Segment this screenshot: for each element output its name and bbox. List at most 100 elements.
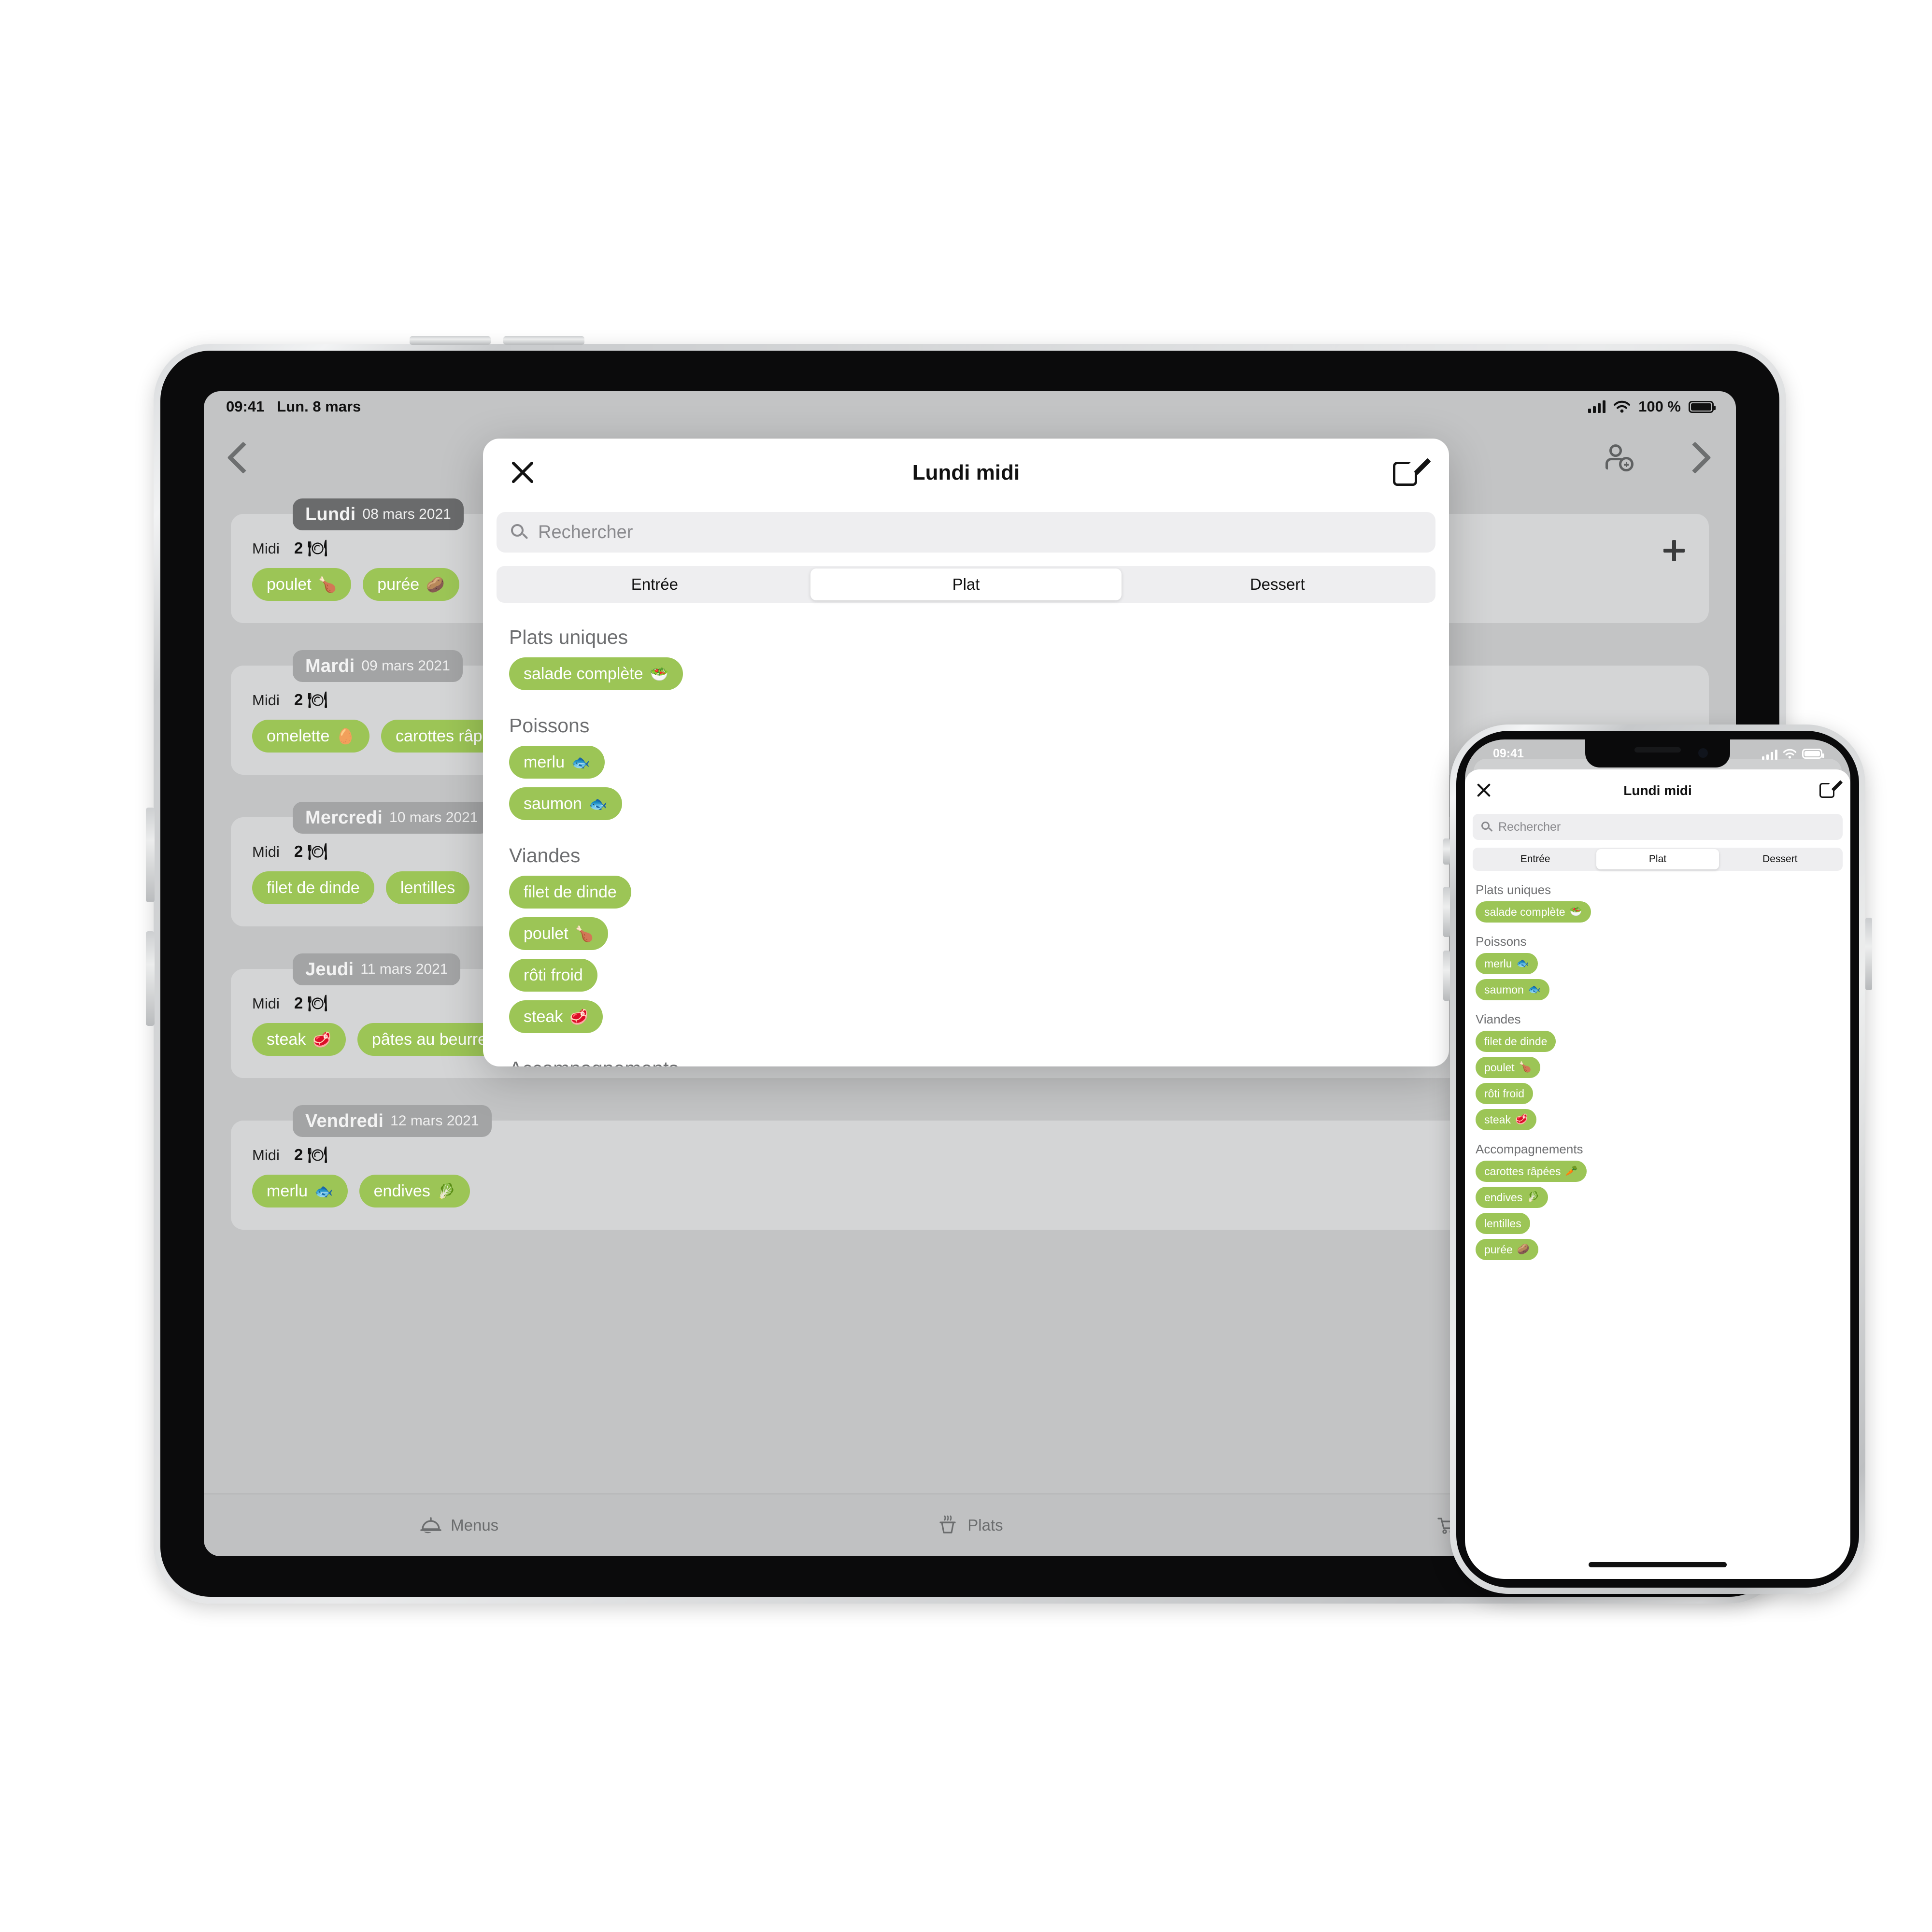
dish-emoji: 🥩 [1515, 1114, 1528, 1125]
dish-chip[interactable]: poulet 🍗 [509, 917, 609, 950]
ipad-volume-up-button[interactable] [410, 336, 491, 345]
iphone-dish-picker-modal: Lundi midi Rechercher Entrée Plat Desser… [1465, 769, 1850, 1579]
section-title: Accompagnements [1476, 1142, 1583, 1156]
day-name: Mardi [305, 655, 355, 676]
dish-chip[interactable]: filet de dinde [252, 871, 374, 904]
dish-chip[interactable]: carottes râpées 🥕 [1476, 1161, 1587, 1182]
edit-pencil-icon[interactable] [1393, 455, 1431, 489]
meal-label: Midi [252, 994, 280, 1012]
dish-chip[interactable]: salade complète 🥗 [509, 657, 683, 690]
dish-chip[interactable]: merlu 🐟 [509, 746, 605, 779]
dish-chip[interactable]: pâtes au beurre [357, 1023, 502, 1056]
wifi-icon [1614, 400, 1631, 413]
screenshot-stage: 09:41 Lun. 8 mars 100 % Midi 2 🍽 poulet … [0, 0, 1932, 1932]
section-title: Poissons [509, 714, 590, 737]
tab-plats[interactable]: Plats [714, 1514, 1225, 1536]
cutlery-icon: 🍽 [307, 539, 328, 557]
day-pill-lundi: Lundi 08 mars 2021 [293, 498, 464, 530]
dish-chip[interactable]: saumon 🐟 [1476, 979, 1549, 1000]
add-meal-button[interactable] [1661, 537, 1688, 564]
section-items: merlu 🐟 saumon 🐟 [509, 746, 1423, 829]
meal-label: Midi [252, 1146, 280, 1164]
cellular-signal-icon [1762, 747, 1777, 760]
chip-row: filet de dinde lentilles [252, 871, 470, 904]
dish-chip[interactable]: saumon 🐟 [509, 787, 622, 820]
search-icon [511, 524, 527, 540]
cutlery-icon: 🍽 [307, 842, 328, 860]
dish-emoji: 🥗 [650, 665, 669, 682]
dish-chip[interactable]: steak 🥩 [252, 1023, 346, 1056]
dish-chip[interactable]: lentilles [1476, 1213, 1530, 1234]
meal-label: Midi [252, 843, 280, 860]
search-input[interactable]: Rechercher [497, 512, 1435, 553]
iphone-power-button[interactable] [1865, 918, 1872, 990]
dish-chip[interactable]: purée 🥔 [1476, 1239, 1538, 1260]
meal-label: Midi [252, 691, 280, 709]
cutlery-icon: 🍽 [307, 1146, 328, 1164]
ipad-volume-down-button[interactable] [503, 336, 584, 345]
section-items: merlu 🐟 saumon 🐟 [1476, 953, 1840, 1005]
dish-chip[interactable]: poulet 🍗 [252, 568, 352, 601]
dish-emoji: 🥔 [426, 576, 445, 593]
dish-chip[interactable]: merlu 🐟 [252, 1175, 348, 1208]
dish-chip[interactable]: rôti froid [1476, 1083, 1534, 1104]
dish-chip[interactable]: omelette 🥚 [252, 720, 370, 753]
plus-badge [1619, 457, 1634, 471]
ipad-side-button-1[interactable] [146, 808, 155, 902]
course-segmented-control: Entrée Plat Dessert [1473, 848, 1843, 871]
cellular-signal-icon [1588, 400, 1606, 413]
dish-chip[interactable]: salade complète 🥗 [1476, 901, 1591, 923]
search-input[interactable]: Rechercher [1473, 814, 1843, 840]
day-date: 12 mars 2021 [390, 1113, 479, 1129]
day-pill-mardi: Mardi 09 mars 2021 [293, 650, 463, 682]
status-time: 09:41 [1493, 746, 1524, 760]
dish-chip[interactable]: poulet 🍗 [1476, 1057, 1540, 1078]
dish-emoji: 🐟 [588, 795, 608, 812]
tab-menus[interactable]: Menus [204, 1514, 714, 1536]
section-title: Accompagnements [509, 1057, 1423, 1066]
dish-chip[interactable]: endives 🥬 [359, 1175, 470, 1208]
search-placeholder: Rechercher [538, 522, 633, 542]
meal-count: 2 🍽 [294, 842, 328, 860]
dish-chip[interactable]: filet de dinde [509, 876, 631, 909]
meal-count: 2 🍽 [294, 691, 328, 709]
dish-chip[interactable]: merlu 🐟 [1476, 953, 1538, 974]
status-left: 09:41 Lun. 8 mars [226, 398, 361, 415]
dish-emoji: 🐟 [1528, 984, 1541, 995]
status-right: 100 % [1588, 398, 1716, 415]
meal-row: Midi 2 🍽 [252, 1146, 327, 1165]
tab-plat[interactable]: Plat [1596, 849, 1719, 869]
status-right [1762, 747, 1824, 760]
dish-emoji: 🥚 [336, 727, 355, 745]
edit-pencil-icon[interactable] [1819, 779, 1843, 799]
ipad-side-button-2[interactable] [146, 931, 155, 1026]
dish-emoji: 🍗 [575, 925, 594, 942]
dish-chip[interactable]: filet de dinde [1476, 1031, 1556, 1052]
meal-label: Midi [252, 540, 280, 557]
person-add-icon[interactable] [1605, 444, 1636, 472]
dish-chip[interactable]: lentilles [385, 871, 470, 904]
tab-plat[interactable]: Plat [810, 568, 1122, 600]
dish-chip[interactable]: purée 🥔 [363, 568, 459, 601]
iphone-volume-down-button[interactable] [1443, 951, 1450, 1001]
chip-row: poulet 🍗 purée 🥔 [252, 568, 459, 601]
dish-chip[interactable]: steak 🥩 [509, 1000, 603, 1033]
meal-row: Midi 2 🍽 [252, 842, 327, 861]
status-date: Lun. 8 mars [277, 398, 361, 415]
day-pill-vendredi: Vendredi 12 mars 2021 [293, 1105, 492, 1137]
home-indicator[interactable] [1589, 1562, 1727, 1567]
day-pill-mercredi: Mercredi 10 mars 2021 [293, 802, 491, 834]
dish-emoji: 🥬 [437, 1182, 456, 1200]
day-pill-jeudi: Jeudi 11 mars 2021 [293, 953, 461, 985]
tab-entree[interactable]: Entrée [499, 568, 810, 600]
tab-dessert[interactable]: Dessert [1719, 849, 1841, 869]
dish-chip[interactable]: steak 🥩 [1476, 1109, 1537, 1130]
tab-dessert[interactable]: Dessert [1122, 568, 1433, 600]
tab-entree[interactable]: Entrée [1474, 849, 1596, 869]
chevron-right-icon[interactable] [1683, 443, 1708, 469]
dish-chip[interactable]: rôti froid [509, 959, 597, 992]
dish-chip[interactable]: endives 🥬 [1476, 1187, 1548, 1208]
speaker-grille [1634, 747, 1681, 753]
iphone-mute-switch[interactable] [1443, 838, 1450, 865]
iphone-volume-up-button[interactable] [1443, 887, 1450, 937]
